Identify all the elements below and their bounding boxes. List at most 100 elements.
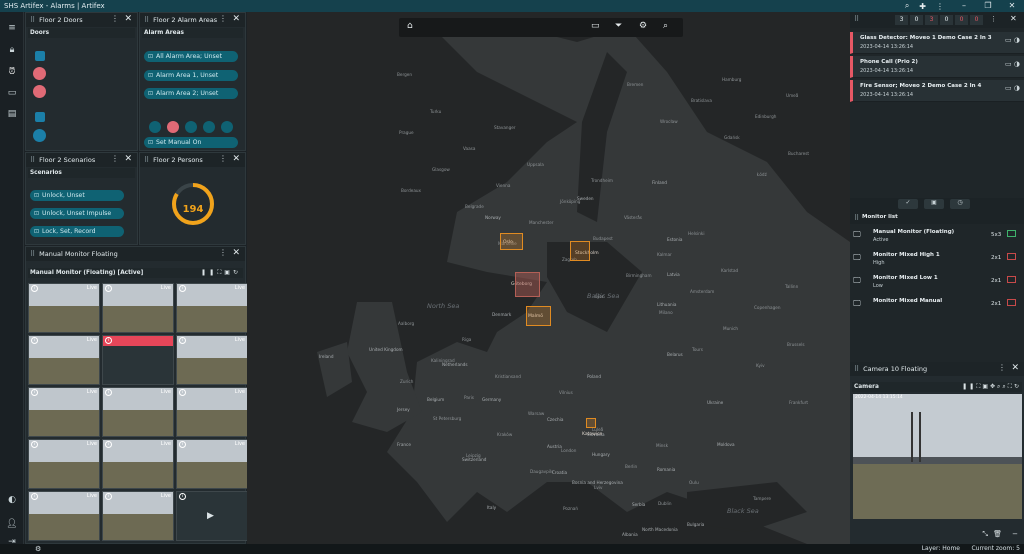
camera-tile[interactable]: Live i	[28, 439, 100, 489]
alarm-counter[interactable]: 3	[925, 15, 938, 25]
gauge-icon[interactable]	[221, 121, 233, 133]
grip-icon[interactable]: ⠿	[854, 365, 859, 373]
filter-icon[interactable]: ⏷	[615, 21, 622, 31]
alarm-action-icon[interactable]: ▭ ◑	[1005, 60, 1020, 68]
info-icon[interactable]: i	[31, 389, 38, 396]
region-malmo[interactable]	[526, 306, 551, 326]
scenario-unlock-unset-button[interactable]: Unlock, Unset	[30, 190, 124, 201]
alarm-clock-icon[interactable]: ⏰︎	[6, 66, 18, 78]
more-icon[interactable]: ⋮	[111, 14, 119, 23]
info-icon[interactable]: i	[179, 389, 186, 396]
camera-tile[interactable]: Live i	[28, 387, 100, 437]
moon-icon[interactable]: ◐	[6, 494, 18, 506]
camera-tile[interactable]: Live i	[28, 283, 100, 333]
more-icon[interactable]: ⋮	[998, 363, 1006, 372]
search-icon[interactable]: ⌕	[905, 1, 909, 11]
info-icon[interactable]: i	[179, 493, 186, 500]
door-icon[interactable]	[35, 51, 45, 61]
alarm-area-1-button[interactable]: Alarm Area 1, Unset	[144, 70, 238, 81]
info-icon[interactable]: i	[105, 285, 112, 292]
more-icon[interactable]: ⋮	[990, 15, 997, 23]
close-icon[interactable]: ✕	[124, 154, 132, 164]
grip-icon[interactable]: ⠿	[30, 250, 35, 258]
monitor-status-icon[interactable]	[1007, 253, 1016, 260]
alarm-area-all-button[interactable]: All Alarm Area; Unset	[144, 51, 238, 62]
maximize-icon[interactable]: ❐	[976, 0, 1000, 12]
region-katowice[interactable]	[586, 418, 596, 428]
alarm-action-icon[interactable]: ▭ ◑	[1005, 84, 1020, 92]
grip-icon[interactable]: ⠿	[854, 15, 859, 23]
card-icon[interactable]: ▭	[6, 87, 18, 99]
info-icon[interactable]: i	[105, 337, 112, 344]
monitor-status-icon[interactable]	[1007, 230, 1016, 237]
close-icon[interactable]: ✕	[1000, 0, 1024, 12]
menu-icon[interactable]: ≡	[6, 22, 18, 34]
monitor-item[interactable]: 🖵︎ Monitor Mixed High 1 High 2x1	[850, 249, 1024, 271]
more-icon[interactable]: ⋮	[936, 2, 944, 11]
alarm-item[interactable]: Fire Sensor; Moveo 2 Demo Case 2 In 4 202…	[850, 80, 1024, 102]
list-icon[interactable]: ▤	[6, 108, 18, 120]
arm-icon[interactable]	[149, 121, 161, 133]
alarm-counter[interactable]: 0	[910, 15, 923, 25]
building-alarm-icon[interactable]	[167, 121, 179, 133]
alarm-counter[interactable]: 0	[970, 15, 983, 25]
select-icon[interactable]: ▭	[591, 21, 600, 31]
minimize-icon[interactable]: –	[952, 0, 976, 12]
video-icon[interactable]: ▶	[207, 511, 214, 521]
settings-icon[interactable]: ⚙	[639, 21, 647, 31]
region-stockholm[interactable]	[570, 241, 590, 261]
camera-feed[interactable]: 2022-04-14 13:15:14	[853, 394, 1022, 519]
alarm-item[interactable]: Phone Call (Prio 2) 2023-04-14 13:26:14 ▭ …	[850, 56, 1024, 78]
info-icon[interactable]: i	[179, 441, 186, 448]
grip-icon[interactable]: ⠿	[30, 156, 35, 164]
door-open-icon[interactable]	[33, 129, 46, 142]
alarm-action-icon[interactable]: ▭ ◑	[1005, 36, 1020, 44]
expand-icon[interactable]: ⤡	[982, 530, 988, 539]
door-alarm-icon[interactable]	[33, 67, 46, 80]
more-icon[interactable]: ⋮	[219, 14, 227, 23]
monitor-status-icon[interactable]	[1007, 276, 1016, 283]
scenario-unlock-impulse-button[interactable]: Unlock, Unset Impulse	[30, 208, 124, 219]
more-icon[interactable]: ⋮	[111, 154, 119, 163]
trash-icon[interactable]: 🗑︎	[993, 530, 1002, 538]
lock-icon[interactable]: 🔒︎	[6, 44, 18, 56]
map-view[interactable]: ⌂ ▭ ⏷ ⚙ ⌕ North Sea Baltic Sea Black Sea No…	[247, 12, 850, 544]
info-icon[interactable]: i	[105, 441, 112, 448]
settings-icon[interactable]: ⚙	[35, 544, 41, 554]
camera-controls[interactable]: ❚❚⛶▣✥⌕⌕⛶↻	[962, 383, 1021, 391]
close-icon[interactable]: ✕	[232, 14, 240, 24]
acknowledge-icon[interactable]: ✓	[898, 199, 918, 209]
scenario-lock-set-button[interactable]: Lock, Set, Record	[30, 226, 124, 237]
close-icon[interactable]: ✕	[232, 248, 240, 258]
info-icon[interactable]: i	[31, 285, 38, 292]
info-icon[interactable]: i	[105, 493, 112, 500]
camera-tile[interactable]: Live i	[176, 387, 248, 437]
camera-tile[interactable]: Live i	[28, 335, 100, 385]
search-icon[interactable]: ⌕	[663, 21, 668, 31]
monitor-item[interactable]: 🖵︎ Monitor Mixed Low 1 Low 2x1	[850, 272, 1024, 294]
camera-tile[interactable]: Live i	[28, 491, 100, 541]
info-icon[interactable]: i	[179, 285, 186, 292]
info-icon[interactable]: i	[31, 441, 38, 448]
more-icon[interactable]: ⋮	[219, 154, 227, 163]
car-icon[interactable]	[203, 121, 215, 133]
door-alarm-icon[interactable]	[33, 85, 46, 98]
monitor-item[interactable]: 🖵︎ Manual Monitor (Floating) Active 5x3	[850, 226, 1024, 248]
close-icon[interactable]: ✕	[1011, 363, 1019, 373]
grip-icon[interactable]: ⠿	[854, 214, 859, 222]
set-manual-on-button[interactable]: Set Manual On	[144, 137, 238, 148]
alarm-counter[interactable]: 0	[955, 15, 968, 25]
camera-tile[interactable]: ▶ i	[176, 491, 248, 541]
clock-icon[interactable]: ◷	[950, 199, 970, 209]
puzzle-icon[interactable]: ✚	[919, 2, 926, 11]
close-icon[interactable]: ✕	[1010, 14, 1017, 23]
close-icon[interactable]: ✕	[232, 154, 240, 164]
monitor-controls[interactable]: ❚❚⛶▣↻	[201, 269, 241, 277]
zoom-out-icon[interactable]: −	[1012, 530, 1018, 538]
warning-icon[interactable]	[185, 121, 197, 133]
monitor-status-icon[interactable]	[1007, 299, 1016, 306]
home-icon[interactable]: ⌂	[407, 21, 413, 31]
alarm-counter[interactable]: 3	[895, 15, 908, 25]
grip-icon[interactable]: ⠿	[144, 16, 149, 24]
user-icon[interactable]: 👤︎	[6, 518, 18, 530]
